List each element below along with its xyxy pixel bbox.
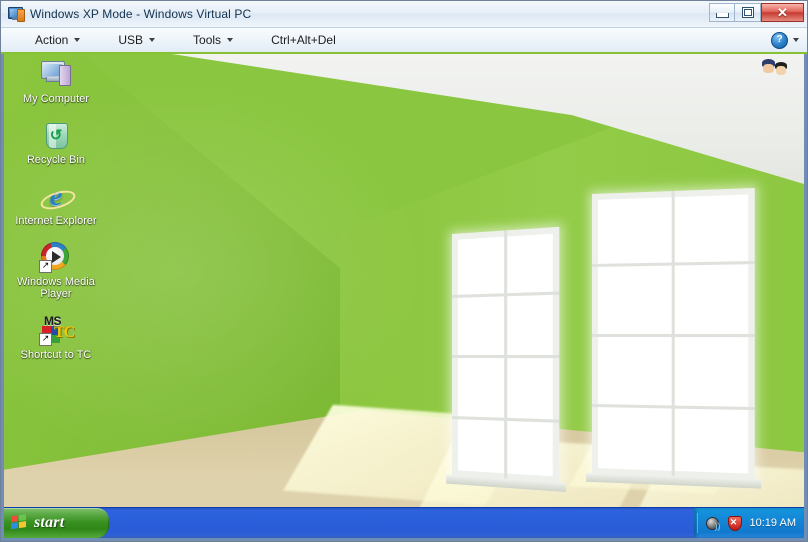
restore-button[interactable]	[735, 3, 761, 22]
desktop-icon-shortcut-to-tc[interactable]: MS TC ↗ Shortcut to TC	[8, 314, 104, 361]
minimize-button[interactable]	[709, 3, 735, 22]
desktop-icon-label: Windows Media Player	[17, 276, 95, 300]
recycle-bin-icon: ↺	[39, 119, 73, 151]
menu-tools-label: Tools	[193, 33, 222, 47]
minimize-icon	[715, 12, 729, 18]
desktop-icon-label: Recycle Bin	[26, 154, 86, 166]
close-button[interactable]: ✕	[761, 3, 804, 22]
taskbar-window-area[interactable]	[109, 508, 694, 538]
restore-icon	[741, 7, 754, 18]
menu-ctrl-alt-del-label: Ctrl+Alt+Del	[271, 33, 336, 47]
desktop-icon-my-computer[interactable]: My Computer	[8, 58, 104, 105]
security-shield-icon[interactable]: ✕	[726, 515, 742, 531]
vm-screen[interactable]: My Computer ↺ Recycle Bin e Internet Exp…	[1, 54, 807, 541]
menu-action[interactable]: Action	[23, 29, 92, 51]
menu-usb[interactable]: USB	[106, 29, 167, 51]
desktop-icon-recycle-bin[interactable]: ↺ Recycle Bin	[8, 119, 104, 166]
my-computer-icon	[39, 58, 73, 90]
menu-usb-label: USB	[118, 33, 144, 47]
ms-dos-tc-icon: MS TC ↗	[39, 314, 75, 346]
shortcut-arrow-icon: ↗	[39, 260, 52, 273]
desktop-icon-list: My Computer ↺ Recycle Bin e Internet Exp…	[4, 54, 114, 375]
menubar: Action USB Tools Ctrl+Alt+Del ?	[1, 28, 807, 54]
help-icon[interactable]: ?	[771, 31, 788, 49]
menubar-right-group: ?	[771, 28, 799, 52]
menu-ctrl-alt-del[interactable]: Ctrl+Alt+Del	[259, 29, 348, 51]
desktop-icon-label: My Computer	[22, 93, 90, 105]
virtual-pc-icon	[8, 6, 25, 22]
window-title: Windows XP Mode - Windows Virtual PC	[30, 7, 252, 21]
system-tray: )) ✕ 10:19 AM	[693, 508, 804, 538]
volume-icon[interactable]: ))	[704, 515, 721, 531]
desktop-icon-internet-explorer[interactable]: e Internet Explorer	[8, 180, 104, 227]
chevron-down-icon[interactable]	[793, 38, 799, 42]
windows-logo-icon	[11, 514, 28, 532]
room-window-left	[446, 226, 566, 493]
chevron-down-icon	[227, 38, 234, 42]
window-titlebar[interactable]: Windows XP Mode - Windows Virtual PC ✕	[1, 1, 807, 28]
desktop-icon-label: Shortcut to TC	[20, 349, 92, 361]
chevron-down-icon	[74, 38, 81, 42]
desktop-icon-label: Internet Explorer	[15, 215, 97, 227]
virtual-pc-window: Windows XP Mode - Windows Virtual PC ✕ A…	[0, 0, 808, 542]
desktop-icon-windows-media-player[interactable]: ↗ Windows Media Player	[8, 241, 104, 300]
desktop-pet-sprite[interactable]	[760, 58, 792, 80]
shortcut-arrow-icon: ↗	[39, 333, 52, 346]
room-window-right	[586, 187, 762, 489]
menu-tools[interactable]: Tools	[181, 29, 245, 51]
start-button-label: start	[34, 514, 65, 531]
security-shield-glyph: ✕	[729, 517, 738, 527]
tray-clock[interactable]: 10:19 AM	[748, 517, 796, 529]
taskbar: start )) ✕ 10:19 AM	[4, 507, 804, 538]
chevron-down-icon	[149, 38, 156, 42]
close-icon: ✕	[777, 5, 788, 20]
start-button[interactable]: start	[4, 508, 109, 538]
tc-badge-text: TC	[54, 324, 75, 341]
desktop-wallpaper	[4, 54, 804, 538]
windows-media-player-icon: ↗	[39, 241, 73, 273]
menu-action-label: Action	[35, 33, 69, 47]
window-controls: ✕	[709, 3, 804, 22]
internet-explorer-icon: e	[38, 180, 78, 213]
